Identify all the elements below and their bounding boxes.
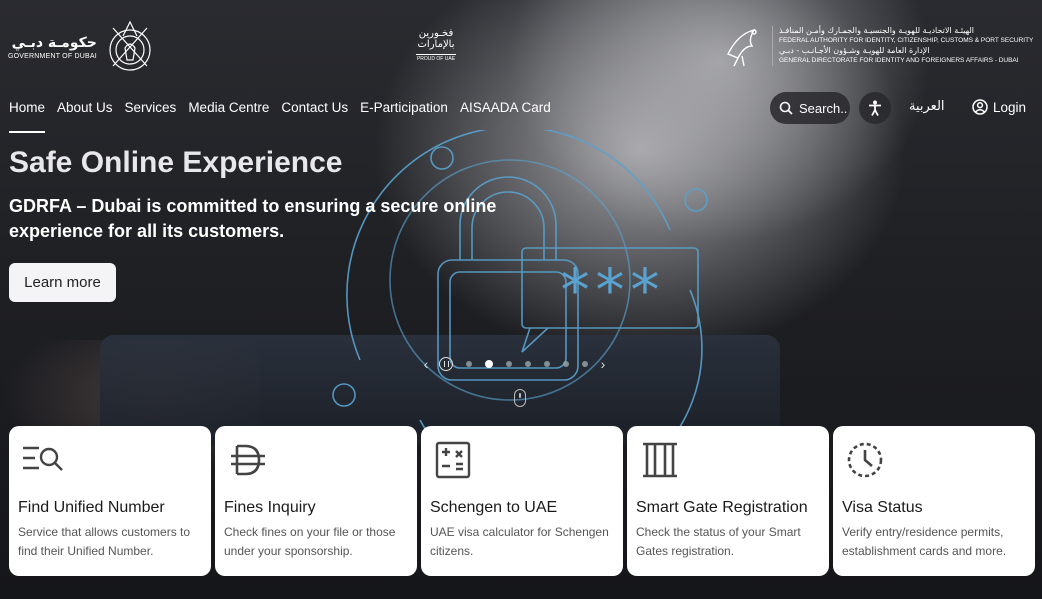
proud-arabic-line2: بالإمارات [417, 39, 455, 50]
card-description: Service that allows customers to find th… [18, 525, 191, 558]
dubai-emblem-icon [109, 20, 151, 71]
carousel-dot-3[interactable] [505, 361, 512, 367]
gov-dubai-english: GOVERNMENT OF DUBAI [8, 52, 97, 60]
card-title: Fines Inquiry [224, 499, 316, 516]
nav-item-home[interactable]: Home [9, 100, 46, 134]
nav-item-e-participation[interactable]: E-Participation [360, 100, 448, 134]
carousel-dot-4[interactable] [524, 361, 531, 367]
nav-item-services[interactable]: Services [125, 100, 177, 134]
hero-subtitle: GDRFA – Dubai is committed to ensuring a… [9, 196, 497, 241]
carousel-prev-icon[interactable]: ‹ [417, 356, 435, 372]
search-button[interactable]: Search.. [770, 92, 850, 124]
search-label: Search.. [799, 100, 848, 116]
service-card-schengen-to-uae[interactable]: Schengen to UAE UAE visa calculator for … [421, 426, 623, 576]
card-description: Check the status of your Smart Gates reg… [636, 525, 801, 558]
service-card-fines-inquiry[interactable]: Fines Inquiry Check fines on your file o… [215, 426, 417, 576]
lock-illustration: *** [332, 130, 708, 430]
proud-english: PROUD OF UAE [416, 54, 456, 62]
directorate-arabic: الإدارة العامة للهويـة وشـؤون الأجـانـب … [779, 46, 930, 55]
service-card-find-unified-number[interactable]: Find Unified Number Service that allows … [9, 426, 211, 576]
learn-more-button[interactable]: Learn more [9, 263, 116, 302]
carousel-pause-icon[interactable] [439, 357, 453, 371]
nav-item-aisaada-card[interactable]: AISAADA Card [460, 100, 551, 134]
carousel-dot-2[interactable] [484, 360, 493, 368]
card-title: Visa Status [842, 499, 923, 516]
calculator-icon [435, 441, 471, 479]
service-card-visa-status[interactable]: Visa Status Verify entry/residence permi… [833, 426, 1035, 576]
gov-dubai-arabic: حكومـة دبـي [11, 34, 97, 51]
directorate-english: GENERAL DIRECTORATE FOR IDENTITY AND FOR… [779, 57, 1019, 64]
card-description: Verify entry/residence permits, establis… [842, 525, 1007, 558]
accessibility-button[interactable] [859, 92, 891, 124]
user-icon [972, 99, 988, 115]
carousel-controls: ‹ › [417, 354, 627, 374]
dirham-icon [231, 444, 265, 476]
card-title: Find Unified Number [18, 499, 165, 516]
authority-english: FEDERAL AUTHORITY FOR IDENTITY, CITIZENS… [779, 37, 1034, 44]
search-list-icon [23, 446, 63, 471]
proud-arabic-line1: فخـورين [418, 28, 454, 39]
carousel-dot-1[interactable] [465, 361, 472, 367]
quick-services: Find Unified Number Service that allows … [9, 426, 1035, 576]
carousel-next-icon[interactable]: › [594, 356, 612, 372]
login-button[interactable]: Login [972, 99, 1026, 115]
card-description: Check fines on your file or those under … [224, 525, 396, 558]
authority-arabic: الهيئـة الاتحاديـة للهويـة والجنسيـة وال… [779, 26, 975, 35]
main-nav: Home About Us Services Media Centre Cont… [9, 100, 563, 134]
nav-item-media-centre[interactable]: Media Centre [188, 100, 269, 134]
gate-icon [643, 442, 677, 478]
card-title: Schengen to UAE [430, 499, 558, 516]
carousel-dot-5[interactable] [543, 361, 550, 367]
nav-item-about-us[interactable]: About Us [57, 100, 113, 134]
carousel-dot-6[interactable] [562, 361, 569, 367]
language-switch[interactable]: العربية [909, 99, 945, 114]
accessibility-icon [869, 100, 881, 116]
card-title: Smart Gate Registration [636, 499, 808, 516]
falcon-icon [727, 28, 757, 67]
gdrfa-logo[interactable]: الهيئـة الاتحاديـة للهويـة والجنسيـة وال… [724, 24, 1033, 68]
password-mask-text: *** [558, 256, 663, 324]
login-label: Login [993, 99, 1027, 115]
service-card-smart-gate-registration[interactable]: Smart Gate Registration Check the status… [627, 426, 829, 576]
scroll-mouse-icon [514, 389, 526, 407]
hero-title: Safe Online Experience [9, 146, 343, 179]
nav-item-contact-us[interactable]: Contact Us [281, 100, 348, 134]
proud-of-uae-logo: فخـورين بالإمارات PROUD OF UAE [416, 28, 456, 62]
carousel-dot-7[interactable] [581, 361, 588, 367]
card-description: UAE visa calculator for Schengen citizen… [430, 525, 609, 558]
site-header: حكومـة دبـي GOVERNMENT OF DUBAI فخـورين … [0, 0, 1042, 90]
government-of-dubai-logo[interactable]: حكومـة دبـي GOVERNMENT OF DUBAI [8, 18, 155, 76]
search-icon [779, 101, 793, 115]
clock-status-icon [847, 442, 883, 478]
